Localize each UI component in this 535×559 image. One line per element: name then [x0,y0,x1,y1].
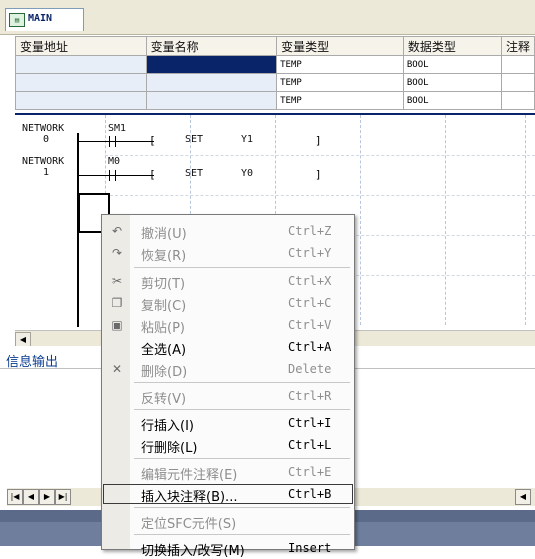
cut-icon: ✂ [111,274,123,288]
col-header-address[interactable]: 变量地址 [15,36,147,56]
network-label: NETWORK [22,123,65,134]
coil-bracket-open: [ [149,134,156,147]
nav-prev-icon[interactable]: ◀ [23,489,39,505]
instruction: SET [185,168,204,179]
table-cell[interactable] [15,73,147,92]
menu-item-edit-comment[interactable]: 编辑元件注释(E) Ctrl+E [102,461,354,483]
program-icon: ▤ [9,13,25,27]
table-cell[interactable]: TEMP [276,73,404,92]
menu-item-toggle-insert-overwrite[interactable]: 切换插入/改写(M) Insert [102,537,354,559]
table-cell[interactable]: BOOL [402,55,502,74]
table-cell[interactable]: TEMP [276,55,404,74]
grid-line [445,115,446,325]
redo-icon: ↷ [111,246,123,260]
variable-table: 变量地址 变量名称 变量类型 数据类型 注释 TEMP BOOL TEMP BO… [15,36,535,110]
contact-left-bar [109,170,110,181]
nav-first-icon[interactable]: |◀ [7,489,23,505]
menu-item-paste[interactable]: ▣ 粘贴(P) Ctrl+V [102,314,354,336]
menu-item-undo[interactable]: ↶ 撤消(U) Ctrl+Z [102,220,354,242]
contact-label: M0 [108,156,121,167]
contact-label: SM1 [108,123,127,134]
col-header-name[interactable]: 变量名称 [145,36,278,56]
rung-wire [79,175,154,176]
table-cell[interactable] [500,91,535,110]
network-number: 1 [43,167,50,178]
undo-icon: ↶ [111,224,123,238]
menu-item-select-all[interactable]: 全选(A) Ctrl+A [102,336,354,358]
menu-item-delete[interactable]: ✕ 删除(D) Delete [102,358,354,380]
network-label: NETWORK [22,156,65,167]
menu-item-invert[interactable]: 反转(V) Ctrl+R [102,385,354,407]
menu-item-delete-row[interactable]: 行删除(L) Ctrl+L [102,434,354,456]
table-cell[interactable] [145,73,278,92]
menu-separator [134,458,350,459]
col-header-data-type[interactable]: 数据类型 [402,36,502,56]
coil-bracket-close: ] [315,134,322,147]
contact-right-bar [115,136,116,147]
menu-item-insert-row[interactable]: 行插入(I) Ctrl+I [102,412,354,434]
table-row[interactable]: TEMP BOOL [15,73,535,92]
delete-icon: ✕ [111,362,123,376]
table-cell[interactable] [500,73,535,92]
coil-bracket-close: ] [315,168,322,181]
context-menu: ↶ 撤消(U) Ctrl+Z ↷ 恢复(R) Ctrl+Y ✂ 剪切(T) Ct… [101,214,355,559]
operand: Y1 [241,134,254,145]
rung-wire [79,141,154,142]
tab-main[interactable]: ▤ MAIN [5,8,84,31]
table-cell[interactable]: TEMP [276,91,404,110]
menu-separator [134,409,350,410]
operand: Y0 [241,168,254,179]
table-cell-selected[interactable] [145,55,278,74]
col-header-comment[interactable]: 注释 [500,36,535,56]
scroll-left-icon[interactable]: ◀ [515,489,531,505]
table-cell[interactable] [15,91,147,110]
menu-item-insert-block-comment[interactable]: 插入块注释(B)... Ctrl+B [102,483,354,505]
menu-separator [134,267,350,268]
table-cell[interactable] [145,91,278,110]
menu-item-cut[interactable]: ✂ 剪切(T) Ctrl+X [102,270,354,292]
menu-item-locate-sfc[interactable]: 定位SFC元件(S) [102,510,354,532]
output-panel-title: 信息输出 [6,355,59,370]
instruction: SET [185,134,204,145]
menu-separator [134,534,350,535]
grid-line [105,195,535,196]
menu-separator [134,382,350,383]
table-row[interactable]: TEMP BOOL [15,91,535,110]
tab-main-label: MAIN [28,13,53,24]
menu-item-copy[interactable]: ❐ 复制(C) Ctrl+C [102,292,354,314]
grid-line [525,115,526,325]
table-cell[interactable]: BOOL [402,91,502,110]
contact-left-bar [109,136,110,147]
table-row[interactable]: TEMP BOOL [15,55,535,74]
col-header-var-type[interactable]: 变量类型 [276,36,404,56]
contact-right-bar [115,170,116,181]
nav-next-icon[interactable]: ▶ [39,489,55,505]
paste-icon: ▣ [111,318,123,332]
coil-bracket-open: [ [149,168,156,181]
table-cell[interactable] [500,55,535,74]
table-cell[interactable]: BOOL [402,73,502,92]
scroll-left-icon[interactable]: ◀ [15,332,31,347]
network-number: 0 [43,134,50,145]
grid-line [360,115,361,325]
menu-item-redo[interactable]: ↷ 恢复(R) Ctrl+Y [102,242,354,264]
menu-separator [134,507,350,508]
table-cell[interactable] [15,55,147,74]
copy-icon: ❐ [111,296,123,310]
nav-last-icon[interactable]: ▶| [55,489,71,505]
grid-line [105,155,535,156]
